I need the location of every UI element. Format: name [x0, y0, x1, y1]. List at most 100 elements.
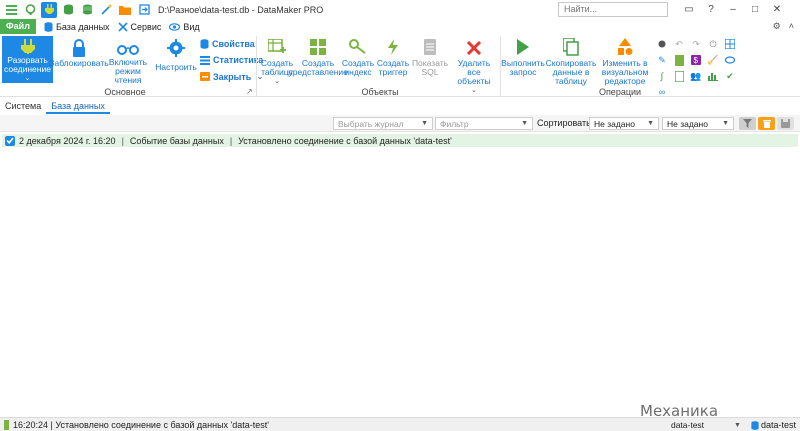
close-icon[interactable]: ✕ [768, 2, 786, 17]
chart-icon[interactable] [706, 70, 720, 82]
minimize-ribbon-icon[interactable]: ˄ [789, 21, 794, 32]
save-icon [781, 119, 790, 128]
view-add-icon [310, 39, 326, 55]
link-icon[interactable]: ∞ [655, 86, 669, 98]
status-message: 16:20:24 | Установлено соединение с базо… [13, 419, 270, 430]
configure-button[interactable]: Настроить [154, 36, 198, 72]
filter-icon [743, 119, 752, 128]
chevron-down-icon: ▼ [647, 120, 654, 127]
connection-status-icon [4, 419, 9, 430]
delete-all-button[interactable]: Удалить все объекты ⌄ [450, 36, 498, 95]
table-add-icon [268, 39, 286, 53]
check-icon[interactable]: ✔ [723, 70, 737, 82]
create-view-button[interactable]: Создать представление [288, 36, 348, 77]
dialog-launcher-icon[interactable]: ↗ [246, 87, 253, 96]
play-icon [517, 39, 529, 55]
ribbon-toggle-icon[interactable]: ▭ [680, 2, 698, 17]
row-checkbox[interactable] [5, 135, 15, 146]
sort-field-select[interactable]: Не задано ▼ [589, 117, 659, 130]
import-icon[interactable] [136, 2, 152, 18]
folder-icon[interactable] [117, 2, 133, 18]
redo-icon[interactable]: ↷ [689, 38, 703, 50]
wand-icon[interactable] [98, 2, 114, 18]
list-icon [200, 55, 210, 65]
menu-database[interactable]: База данных [44, 22, 110, 32]
connect-icon[interactable] [22, 2, 38, 18]
show-sql-button[interactable]: Показать SQL [412, 36, 448, 77]
window-title: D:\Разное\data-test.db - DataMaker PRO [158, 4, 324, 15]
copy-icon [563, 38, 579, 56]
chevron-down-icon: ▼ [421, 120, 428, 127]
operations-small-grid: ↶ ↷ ⏻ ✎ $ 🧹 ∫ 👥 ✔ ∞ [655, 38, 739, 98]
power-icon[interactable]: ⏻ [706, 38, 720, 50]
page-icon[interactable] [672, 54, 686, 66]
record-icon[interactable] [655, 38, 669, 50]
undo-icon[interactable]: ↶ [672, 38, 686, 50]
scroll-icon [424, 39, 436, 55]
group-operations-label: Операции [598, 87, 642, 97]
lightning-icon [388, 39, 398, 55]
maximize-icon[interactable]: □ [746, 2, 764, 17]
clear-log-button[interactable] [758, 117, 775, 130]
create-index-button[interactable]: Создать индекс [342, 36, 374, 77]
pen-icon[interactable]: ✎ [655, 54, 669, 66]
save-log-button[interactable] [777, 117, 794, 130]
menu-file[interactable]: Файл [0, 19, 36, 34]
settings-icon[interactable]: ⚙ [773, 21, 781, 32]
database-add-icon[interactable] [60, 2, 76, 18]
broom-icon[interactable]: 🧹 [706, 54, 720, 66]
status-bar: 16:20:24 | Установлено соединение с базо… [0, 417, 800, 431]
delete-icon [467, 41, 481, 55]
function-icon[interactable]: ∫ [655, 70, 669, 82]
users-icon[interactable]: 👥 [689, 70, 703, 82]
chevron-down-icon: ⌄ [24, 75, 31, 82]
filter-button[interactable] [739, 117, 756, 130]
help-icon[interactable]: ? [702, 2, 720, 17]
sql-icon[interactable] [672, 70, 686, 82]
minimize-icon[interactable]: – [724, 2, 742, 17]
log-separator: | [121, 135, 124, 146]
menu-service[interactable]: Сервис [117, 22, 161, 32]
database-edit-icon[interactable] [79, 2, 95, 18]
close-db-button[interactable]: Закрыть ⌄ [200, 71, 264, 82]
filter-toolbar: Выбрать журнал ▼ Фильтр ▼ Сортировать: Не … [0, 115, 800, 132]
gear-icon [167, 39, 185, 57]
grid-icon[interactable] [723, 38, 737, 50]
sort-order-select[interactable]: Не задано ▼ [662, 117, 734, 130]
group-main-label: Основное [104, 87, 146, 97]
tab-system[interactable]: Система [0, 100, 46, 114]
filter-select[interactable]: Фильтр ▼ [435, 117, 533, 130]
menu-icon[interactable] [3, 2, 19, 18]
plug-icon[interactable] [41, 1, 57, 18]
search-box[interactable] [558, 2, 668, 17]
menu-bar: Файл База данных Сервис Вид ⚙ ˄ [0, 19, 800, 34]
chevron-down-icon: ▼ [722, 120, 729, 127]
dollar-icon[interactable]: $ [689, 54, 703, 66]
search-input[interactable] [564, 4, 662, 14]
menu-view[interactable]: Вид [169, 22, 200, 32]
disconnect-button[interactable]: Разорвать соединение ⌄ [2, 36, 53, 83]
close-db-icon [200, 72, 210, 81]
chevron-down-icon: ⌄ [471, 87, 477, 94]
create-trigger-button[interactable]: Создать триггер [376, 36, 410, 77]
sort-label: Сортировать: [537, 118, 594, 128]
tab-database[interactable]: База данных [46, 100, 110, 114]
statistics-button[interactable]: Статистика [200, 55, 263, 65]
journal-select[interactable]: Выбрать журнал ▼ [333, 117, 433, 130]
svg-text:$: $ [694, 56, 699, 65]
properties-button[interactable]: Свойства [200, 39, 255, 49]
run-query-button[interactable]: Выполнить запрос [501, 36, 545, 77]
visual-editor-button[interactable]: Изменить в визуальном редакторе [599, 36, 651, 86]
copy-data-button[interactable]: Скопировать данные в таблицу [545, 36, 597, 86]
group-separator [256, 36, 257, 96]
readonly-button[interactable]: Включить режим чтения [104, 36, 152, 85]
ribbon: Разорвать соединение ⌄ Заблокировать Вкл… [0, 34, 800, 97]
group-objects-label: Объекты [361, 87, 399, 97]
list-item[interactable]: 2 декабря 2024 г. 16:20 | Событие базы д… [2, 134, 798, 147]
log-date: 2 декабря 2024 г. 16:20 [19, 135, 116, 146]
log-type: Событие базы данных [129, 135, 224, 146]
eraser-icon[interactable] [723, 54, 737, 66]
db-select[interactable]: data-test ▼ [667, 419, 745, 431]
lock-button[interactable]: Заблокировать [49, 36, 109, 68]
key-icon [349, 39, 366, 54]
